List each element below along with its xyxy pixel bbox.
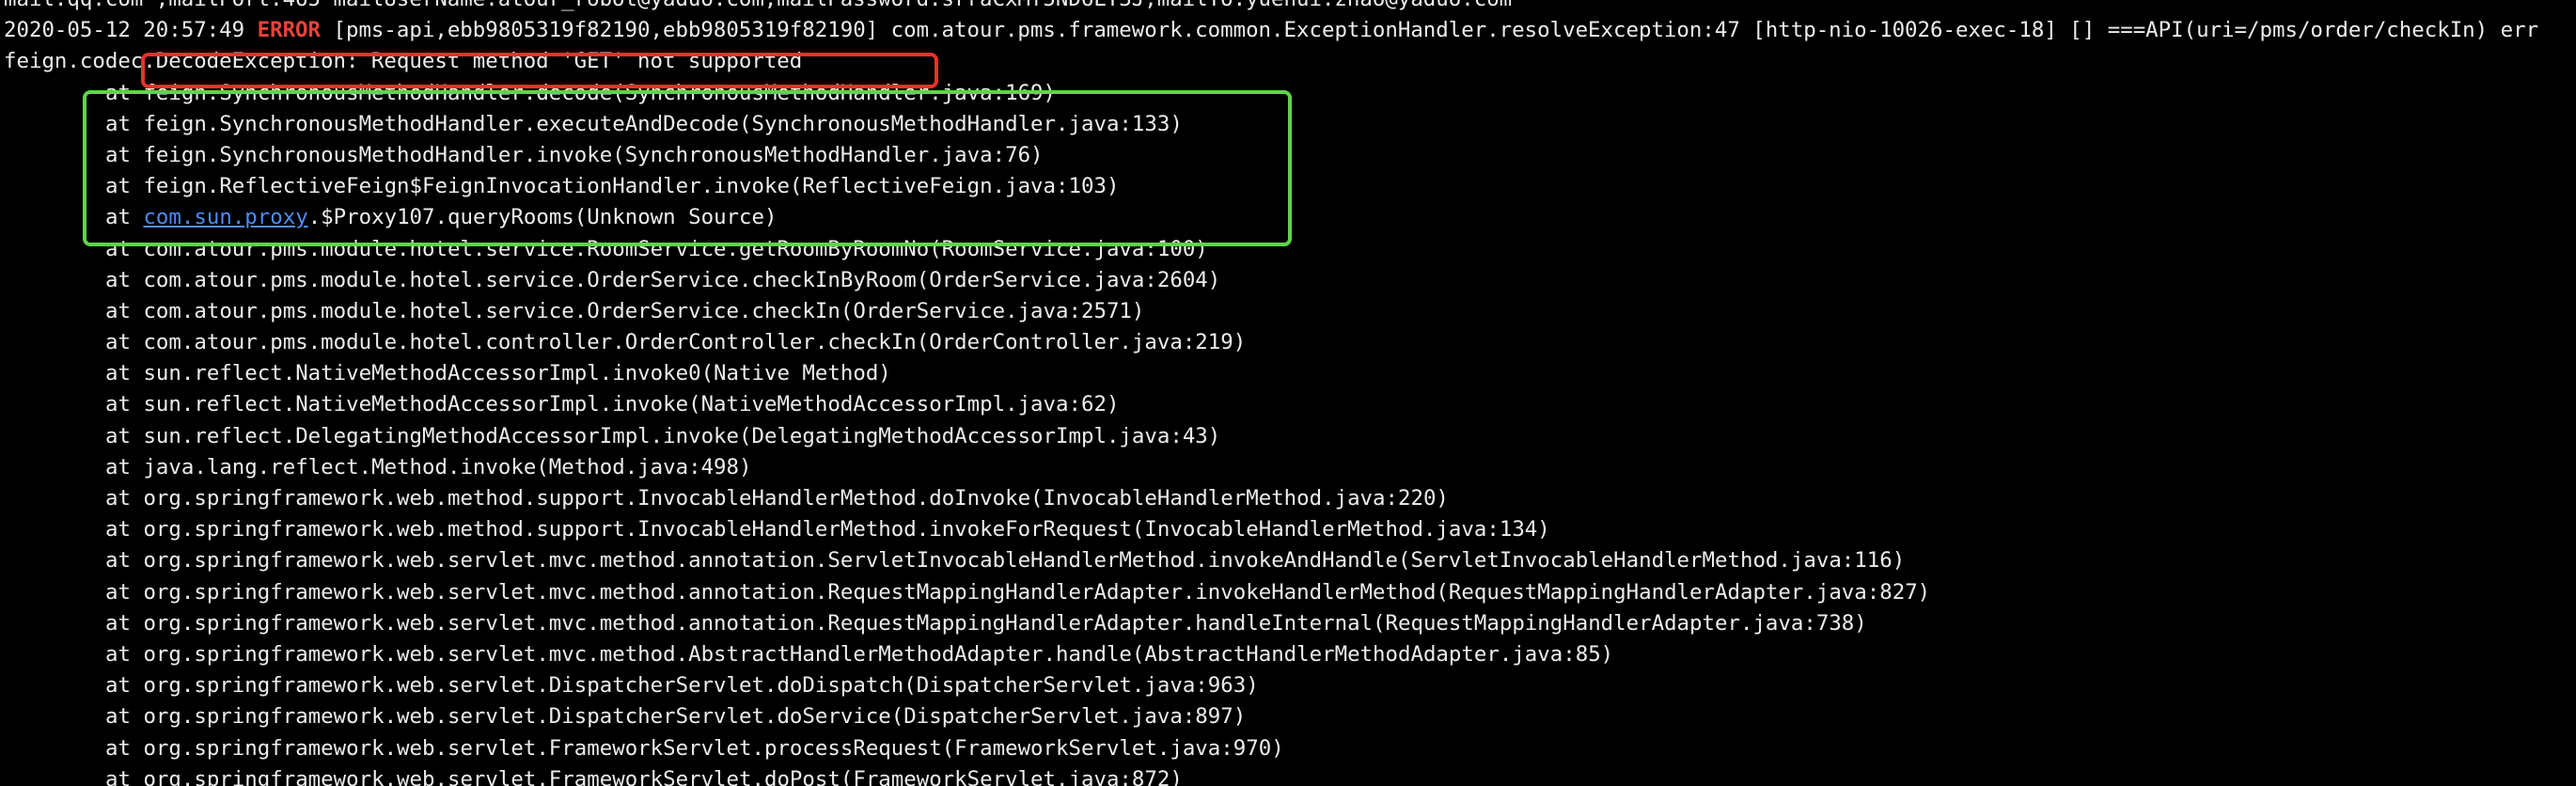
stack-frame: at java.lang.reflect.Method.invoke(Metho…: [105, 454, 752, 479]
stack-frame: at org.springframework.web.servlet.mvc.m…: [105, 579, 1931, 605]
stack-frame: at sun.reflect.NativeMethodAccessorImpl.…: [105, 361, 891, 386]
stack-frame-prefix: at: [105, 205, 144, 230]
stack-frame: at sun.reflect.DelegatingMethodAccessorI…: [105, 423, 1221, 448]
stack-frame: at com.sun.proxy.$Proxy107.queryRooms(Un…: [4, 202, 2538, 233]
stack-frame: at org.springframework.web.method.suppor…: [105, 517, 1550, 542]
stack-frame: at org.springframework.web.servlet.Dispa…: [105, 704, 1247, 730]
stack-frame: at feign.ReflectiveFeign$FeignInvocation…: [105, 174, 1120, 199]
stack-frame: at com.atour.pms.module.hotel.service.Ro…: [105, 236, 1208, 261]
stack-frame: at org.springframework.web.servlet.Dispa…: [105, 673, 1259, 699]
stack-frame: at feign.SynchronousMethodHandler.decode…: [105, 80, 1057, 105]
package-link[interactable]: com.sun.proxy: [143, 205, 307, 229]
stack-frame: at org.springframework.web.servlet.Frame…: [105, 735, 1284, 761]
error-level-label: ERROR: [257, 18, 322, 43]
exception-line: feign.codec.DecodeException: Request met…: [4, 49, 803, 74]
stack-frame: at org.springframework.web.servlet.mvc.m…: [105, 610, 1867, 636]
stack-frame: at org.springframework.web.servlet.mvc.m…: [105, 641, 1614, 667]
stack-frame: at org.springframework.web.method.suppor…: [105, 486, 1449, 511]
stack-frame: at sun.reflect.NativeMethodAccessorImpl.…: [105, 392, 1120, 417]
log-message: [pms-api,ebb9805319f82190,ebb9805319f821…: [321, 18, 2539, 43]
log-line-error-header: 2020-05-12 20:57:49 ERROR [pms-api,ebb98…: [4, 15, 2538, 46]
stack-frame: at org.springframework.web.servlet.Frame…: [105, 766, 1183, 786]
log-timestamp: 2020-05-12 20:57:49: [4, 18, 258, 43]
stack-frame: at feign.SynchronousMethodHandler.invoke…: [105, 142, 1044, 167]
stack-frame: at com.atour.pms.module.hotel.controller…: [105, 330, 1247, 355]
stack-frame: at org.springframework.web.servlet.mvc.m…: [105, 548, 1906, 574]
log-output: mail.qq.com ,mailPort:465 mailUserName:a…: [4, 0, 2538, 786]
terminal-window[interactable]: mail.qq.com ,mailPort:465 mailUserName:a…: [0, 0, 2576, 786]
log-line-mail-config: mail.qq.com ,mailPort:465 mailUserName:a…: [4, 0, 2538, 15]
stack-frame: at com.atour.pms.module.hotel.service.Or…: [105, 298, 1145, 323]
stack-frame: at com.atour.pms.module.hotel.service.Or…: [105, 267, 1221, 292]
stack-frame: at feign.SynchronousMethodHandler.execut…: [105, 111, 1183, 136]
stack-frame-suffix: .$Proxy107.queryRooms(Unknown Source): [307, 205, 778, 230]
